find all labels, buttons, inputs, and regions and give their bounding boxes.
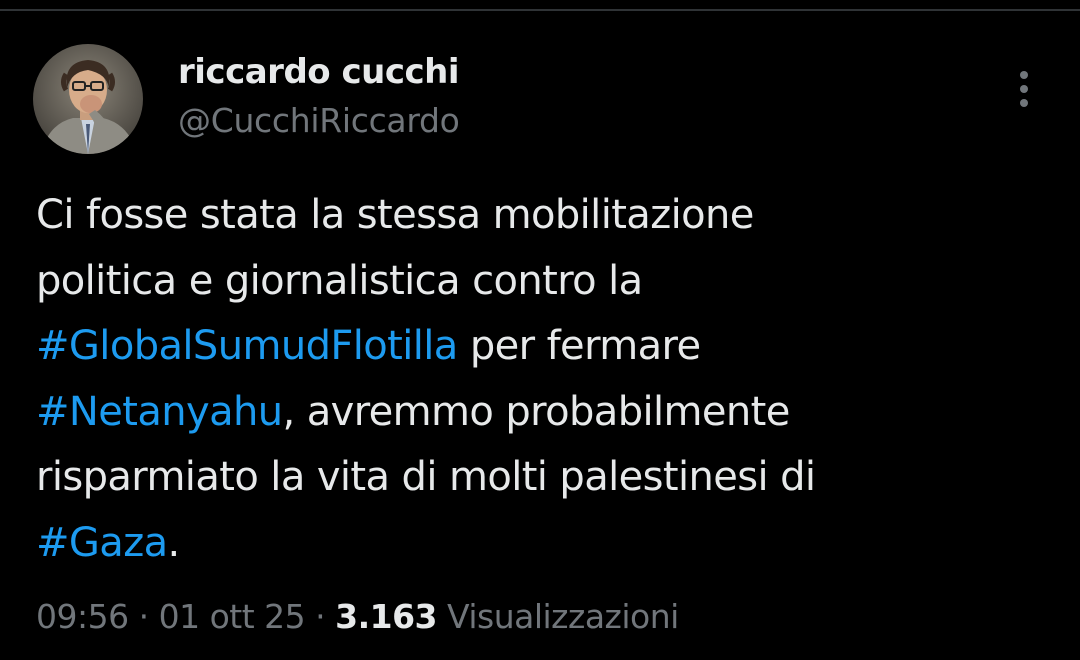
- author-handle[interactable]: @CucchiRiccardo: [178, 101, 460, 141]
- more-options-button[interactable]: [1004, 66, 1044, 112]
- text-segment: Ci fosse stata la stessa mobilitazione: [36, 192, 754, 238]
- tweet-time[interactable]: 09:56: [36, 597, 129, 636]
- text-segment: .: [167, 519, 181, 566]
- tweet-date[interactable]: 01 ott 25: [159, 597, 306, 636]
- author-display-name[interactable]: riccardo cucchi: [178, 52, 460, 92]
- text-segment: , avremmo probabilmente: [282, 388, 790, 435]
- avatar[interactable]: [33, 44, 143, 154]
- meta-separator: ·: [305, 597, 336, 636]
- tweet-text-line: #Netanyahu, avremmo probabilmente: [36, 380, 1046, 446]
- tweet-text-line: #GlobalSumudFlotilla per fermare: [36, 314, 1046, 380]
- tweet: riccardo cucchi @CucchiRiccardo Ci fosse…: [0, 0, 1080, 660]
- text-segment: per fermare: [457, 323, 701, 369]
- tweet-text-line: risparmiato la vita di molti palestinesi…: [36, 445, 1046, 511]
- hashtag-link-gaza[interactable]: #Gaza: [36, 520, 168, 566]
- tweet-text-line: politica e giornalistica contro la: [36, 249, 1046, 315]
- tweet-meta: 09:56 · 01 ott 25 · 3.163 Visualizzazion…: [36, 595, 679, 639]
- views-label: Visualizzazioni: [447, 597, 679, 636]
- tweet-text-line: Ci fosse stata la stessa mobilitazione: [36, 183, 1046, 249]
- meta-separator: ·: [128, 597, 159, 636]
- hashtag-link-globalsumudflotilla[interactable]: #GlobalSumudFlotilla: [36, 323, 458, 369]
- tweet-text: Ci fosse stata la stessa mobilitazione p…: [36, 183, 1046, 576]
- views-count: 3.163: [335, 597, 437, 636]
- tweet-text-line: #Gaza.: [36, 511, 1046, 577]
- hashtag-link-netanyahu[interactable]: #Netanyahu: [36, 389, 283, 435]
- text-segment: risparmiato la vita di molti palestinesi…: [36, 454, 816, 500]
- text-segment: politica e giornalistica contro la: [36, 257, 643, 304]
